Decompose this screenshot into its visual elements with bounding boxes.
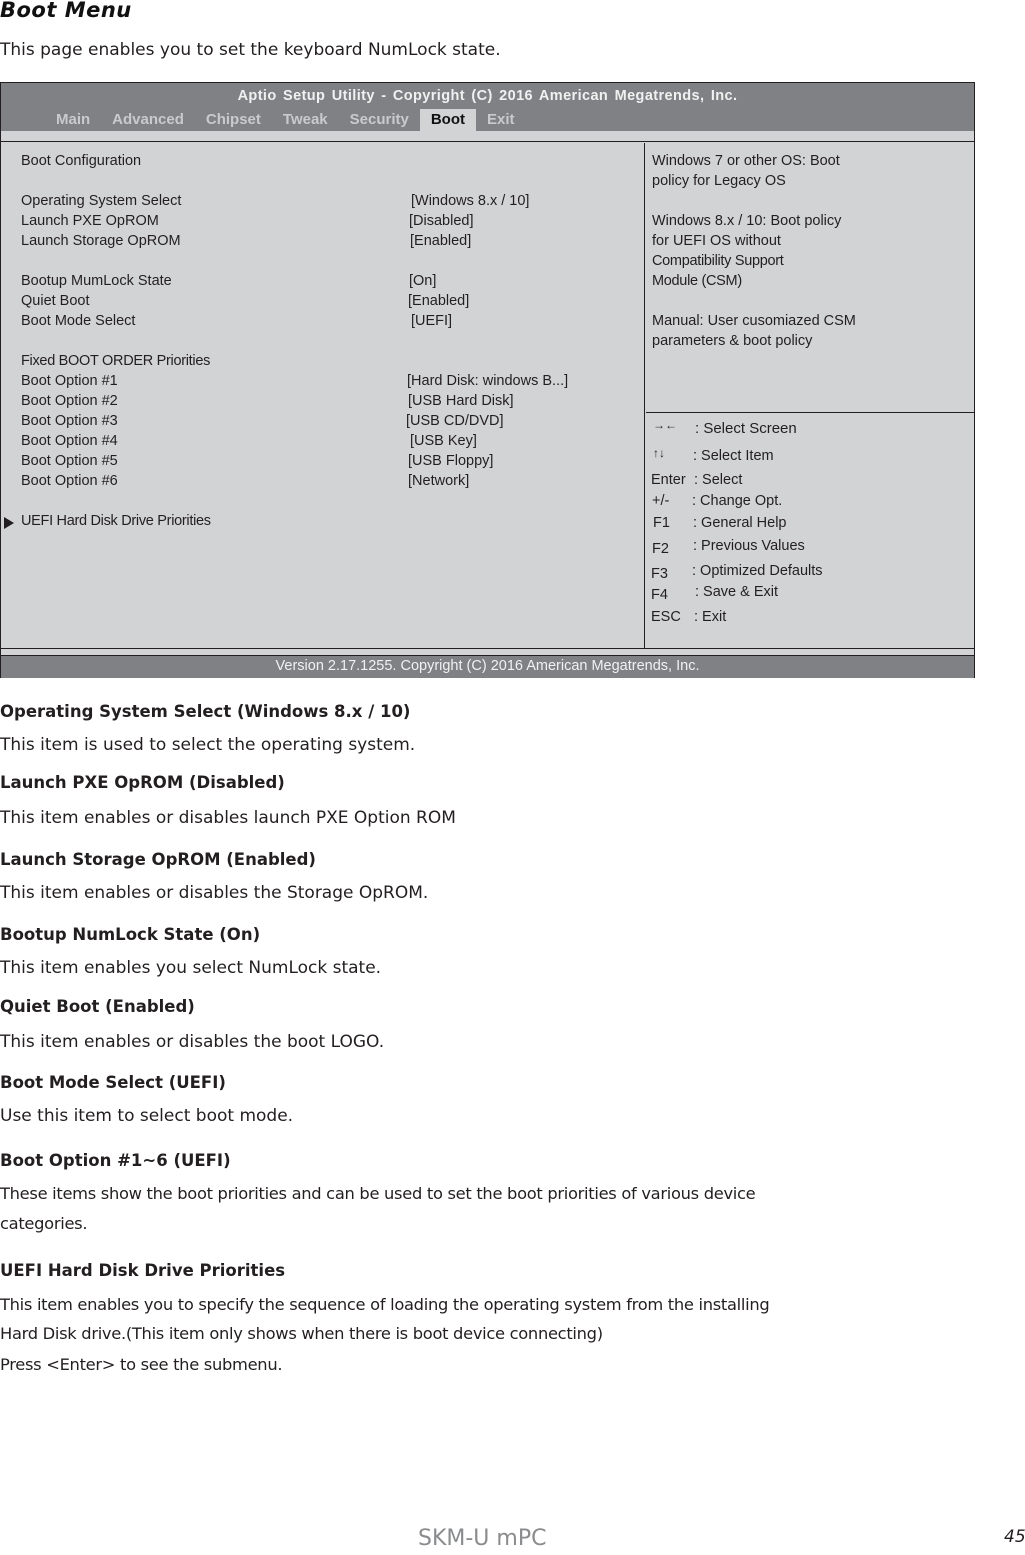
key-desc-change-opt: : Change Opt. <box>692 493 783 509</box>
help-line: parameters & boot policy <box>652 333 813 349</box>
boot-option-value-1[interactable]: [Hard Disk: windows B...] <box>407 373 568 389</box>
setting-label-quiet-boot[interactable]: Quiet Boot <box>21 293 90 309</box>
document-intro: This page enables you to set the keyboar… <box>0 40 501 60</box>
section-text-launch-pxe: This item enables or disables launch PXE… <box>0 808 456 828</box>
bios-footer: Version 2.17.1255. Copyright (C) 2016 Am… <box>1 656 974 678</box>
setting-label-launch-pxe[interactable]: Launch PXE OpROM <box>21 213 159 229</box>
help-line: Manual: User cusomiazed CSM <box>652 313 856 329</box>
section-text-uefi-hdd: Press <Enter> to see the submenu. <box>0 1355 283 1374</box>
setting-value-boot-mode[interactable]: [UEFI] <box>411 313 452 329</box>
section-text-boot-mode: Use this item to select boot mode. <box>0 1106 294 1126</box>
tab-security[interactable]: Security <box>339 109 420 131</box>
boot-option-label-5[interactable]: Boot Option #5 <box>21 453 118 469</box>
arrows-up-down-icon: ↑↓ <box>653 446 665 460</box>
section-text-uefi-hdd: This item enables you to specify the seq… <box>0 1295 770 1314</box>
help-line: Windows 8.x / 10: Boot policy <box>652 213 842 229</box>
settings-panel: Boot Configuration Operating System Sele… <box>1 143 645 648</box>
key-desc-optimized-defaults: : Optimized Defaults <box>692 563 823 579</box>
key-desc-select-item: : Select Item <box>693 448 774 464</box>
tab-main[interactable]: Main <box>45 109 101 131</box>
setting-label-launch-storage[interactable]: Launch Storage OpROM <box>21 233 181 249</box>
boot-option-label-4[interactable]: Boot Option #4 <box>21 433 118 449</box>
tab-tweak[interactable]: Tweak <box>272 109 339 131</box>
key-desc-exit: : Exit <box>694 609 727 625</box>
submenu-arrow-icon <box>4 517 14 529</box>
divider <box>1 131 974 142</box>
section-heading-boot-configuration: Boot Configuration <box>21 153 142 169</box>
boot-option-label-3[interactable]: Boot Option #3 <box>21 413 118 429</box>
key-desc-previous-values: : Previous Values <box>693 538 805 554</box>
bios-title: Aptio Setup Utility - Copyright (C) 2016… <box>237 88 738 104</box>
help-panel: Windows 7 or other OS: Boot policy for L… <box>646 143 974 413</box>
boot-option-value-6[interactable]: [Network] <box>408 473 469 489</box>
boot-option-value-3[interactable]: [USB CD/DVD] <box>406 413 504 429</box>
key-f3: F3 <box>651 566 668 582</box>
setting-label-os-select[interactable]: Operating System Select <box>21 193 181 209</box>
key-f4: F4 <box>651 587 668 603</box>
tab-exit[interactable]: Exit <box>476 109 526 131</box>
setting-value-launch-storage[interactable]: [Enabled] <box>410 233 471 249</box>
setting-value-quiet-boot[interactable]: [Enabled] <box>408 293 469 309</box>
setting-value-numlock[interactable]: [On] <box>409 273 436 289</box>
key-f2: F2 <box>652 541 669 557</box>
footer-model-name: SKM-U mPC <box>418 1526 547 1551</box>
section-text-boot-options: categories. <box>0 1214 88 1233</box>
section-heading-boot-order: Fixed BOOT ORDER Priorities <box>21 353 211 369</box>
section-heading-quiet-boot: Quiet Boot (Enabled) <box>0 997 195 1016</box>
bios-header: Aptio Setup Utility - Copyright (C) 2016… <box>1 83 974 131</box>
section-heading-launch-storage: Launch Storage OpROM (Enabled) <box>0 850 316 869</box>
section-text-numlock: This item enables you select NumLock sta… <box>0 958 382 978</box>
key-enter: Enter <box>651 472 686 488</box>
key-desc-select: : Select <box>694 472 743 488</box>
key-esc: ESC <box>651 609 681 625</box>
boot-option-label-6[interactable]: Boot Option #6 <box>21 473 118 489</box>
section-text-boot-options: These items show the boot priorities and… <box>0 1184 756 1203</box>
boot-option-label-1[interactable]: Boot Option #1 <box>21 373 118 389</box>
arrows-left-right-icon: →← <box>653 418 677 432</box>
setting-label-numlock[interactable]: Bootup MumLock State <box>21 273 172 289</box>
tab-advanced[interactable]: Advanced <box>101 109 195 131</box>
boot-option-value-2[interactable]: [USB Hard Disk] <box>408 393 514 409</box>
section-text-uefi-hdd: Hard Disk drive.(This item only shows wh… <box>0 1324 603 1343</box>
section-heading-numlock: Bootup NumLock State (On) <box>0 925 261 944</box>
help-line: Windows 7 or other OS: Boot <box>652 153 840 169</box>
boot-option-label-2[interactable]: Boot Option #2 <box>21 393 118 409</box>
section-heading-os-select: Operating System Select (Windows 8.x / 1… <box>0 702 411 721</box>
boot-option-value-4[interactable]: [USB Key] <box>410 433 477 449</box>
divider <box>1 648 974 656</box>
key-legend-panel: →← : Select Screen ↑↓ : Select Item Ente… <box>646 414 974 648</box>
section-heading-boot-options: Boot Option #1~6 (UEFI) <box>0 1151 231 1170</box>
key-plus-minus: +/- <box>652 493 670 509</box>
tab-chipset[interactable]: Chipset <box>195 109 272 131</box>
submenu-uefi-hdd-priorities[interactable]: UEFI Hard Disk Drive Priorities <box>21 513 211 529</box>
key-f1: F1 <box>653 515 670 531</box>
section-heading-boot-mode: Boot Mode Select (UEFI) <box>0 1073 226 1092</box>
boot-option-value-5[interactable]: [USB Floppy] <box>408 453 493 469</box>
section-heading-uefi-hdd: UEFI Hard Disk Drive Priorities <box>0 1261 286 1280</box>
key-desc-save-exit: : Save & Exit <box>695 584 779 600</box>
section-text-os-select: This item is used to select the operatin… <box>0 735 416 755</box>
help-line: for UEFI OS without <box>652 233 781 249</box>
page-number: 45 <box>1004 1527 1025 1547</box>
bios-tabs: Main Advanced Chipset Tweak Security Boo… <box>45 109 526 131</box>
bios-screenshot: Aptio Setup Utility - Copyright (C) 2016… <box>0 82 975 678</box>
setting-value-launch-pxe[interactable]: [Disabled] <box>409 213 473 229</box>
document-title: Boot Menu <box>0 0 132 22</box>
section-text-launch-storage: This item enables or disables the Storag… <box>0 883 429 903</box>
help-line: policy for Legacy OS <box>652 173 786 189</box>
help-line: Module (CSM) <box>652 273 742 289</box>
section-text-quiet-boot: This item enables or disables the boot L… <box>0 1032 385 1052</box>
setting-label-boot-mode[interactable]: Boot Mode Select <box>21 313 135 329</box>
tab-boot[interactable]: Boot <box>419 109 476 131</box>
key-desc-select-screen: : Select Screen <box>695 420 797 437</box>
setting-value-os-select[interactable]: [Windows 8.x / 10] <box>411 193 529 209</box>
key-desc-general-help: : General Help <box>693 515 787 531</box>
help-line: Compatibility Support <box>652 253 784 269</box>
section-heading-launch-pxe: Launch PXE OpROM (Disabled) <box>0 773 285 792</box>
